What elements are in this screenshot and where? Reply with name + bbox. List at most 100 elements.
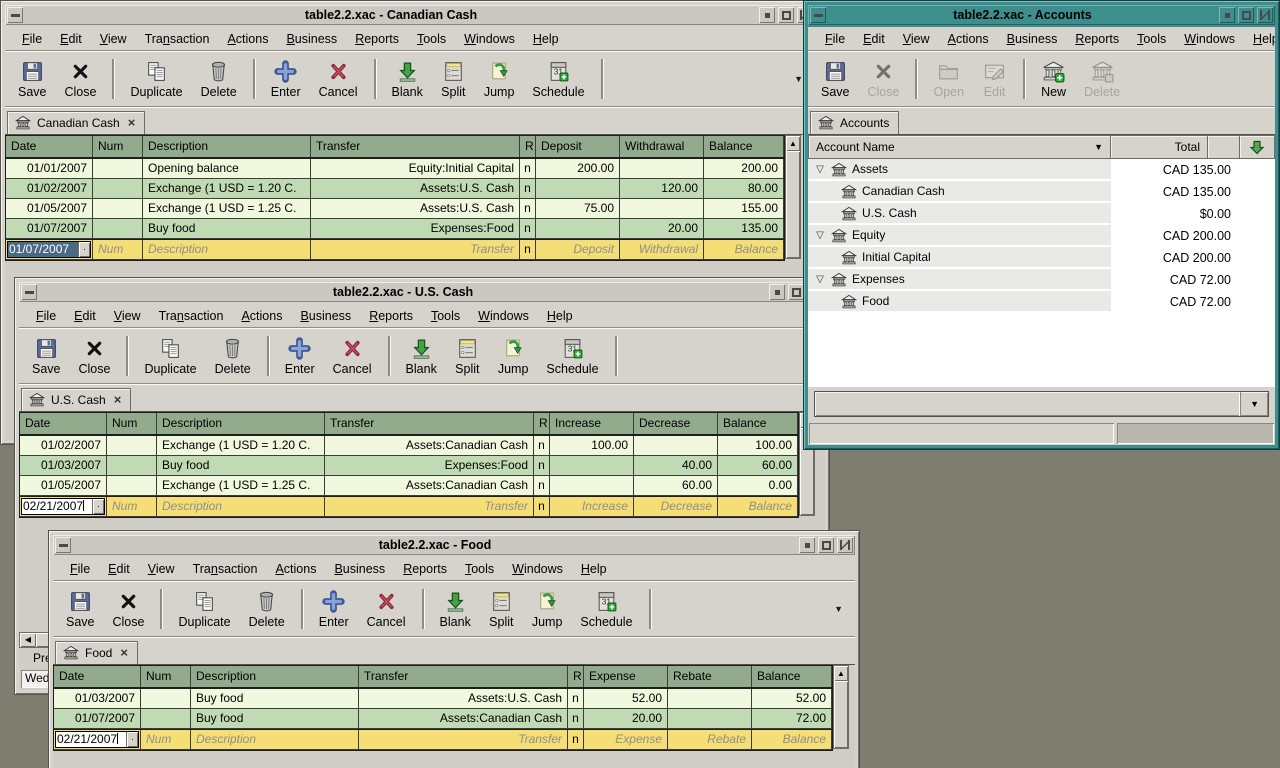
menu-item[interactable]: View [91,29,136,49]
toolbar-button[interactable]: Schedule [523,54,593,104]
maximize-button[interactable] [1238,7,1254,23]
column-header[interactable]: Description [157,413,325,434]
toolbar-button[interactable]: Cancel [324,331,381,381]
toolbar-button[interactable]: Split [480,584,523,634]
toolbar-button[interactable]: Schedule [537,331,607,381]
toolbar-button[interactable]: Save [57,584,104,634]
toolbar-button[interactable]: Jump [523,584,572,634]
toolbar-button[interactable]: Duplicate [135,331,205,381]
toolbar-button[interactable]: Split [446,331,489,381]
tab-canadian-cash[interactable]: Canadian Cash × [7,111,145,134]
column-header[interactable]: Date [20,413,107,434]
scrollbar-thumb[interactable] [786,151,800,258]
minimize-button[interactable] [769,284,785,300]
minimize-button[interactable] [1219,7,1235,23]
titlebar-food[interactable]: table2.2.xac - Food [53,535,855,555]
menu-item[interactable]: Actions [939,29,998,49]
toolbar-button[interactable]: Delete [240,584,294,634]
transaction-row[interactable]: 01/05/2007 Exchange (1 USD = 1.25 C. Ass… [20,476,798,496]
toolbar-button[interactable]: Blank [397,331,446,381]
minimize-button[interactable] [799,537,815,553]
date-dropdown-button[interactable]: · [92,499,104,514]
menu-item[interactable]: View [139,559,184,579]
column-header[interactable]: Date [6,136,93,157]
menu-item[interactable]: File [816,29,854,49]
edit-row[interactable]: 01/07/2007 · Num Description Transfer n … [6,239,784,260]
toolbar-button[interactable]: Close [104,584,154,634]
resize-button[interactable] [837,537,853,553]
menu-item[interactable]: Edit [51,29,91,49]
account-row[interactable]: ▽ Food CAD 72.00 [808,291,1275,313]
tab-food[interactable]: Food × [55,641,138,664]
toolbar-button[interactable]: Duplicate [169,584,239,634]
menu-item[interactable]: Tools [1128,29,1175,49]
toolbar-button[interactable]: Edit [973,54,1016,104]
column-header[interactable]: Transfer [359,666,568,687]
menu-item[interactable]: Edit [99,559,139,579]
window-menu-button[interactable] [55,537,71,553]
date-input[interactable]: 02/21/2007 · [55,731,139,748]
date-input[interactable]: 02/21/2007 · [21,498,105,515]
menu-item[interactable]: Windows [503,559,572,579]
toolbar-button[interactable]: Schedule [571,584,641,634]
toolbar-button[interactable]: Split [432,54,475,104]
column-header-account-name[interactable]: Account Name ▼ [808,135,1111,159]
menu-item[interactable]: Business [998,29,1067,49]
toolbar-button[interactable]: Duplicate [121,54,191,104]
column-header[interactable]: R [568,666,584,687]
account-row[interactable]: ▽ Initial Capital CAD 200.00 [808,247,1275,269]
menu-item[interactable]: File [61,559,99,579]
titlebar-accounts[interactable]: table2.2.xac - Accounts [808,5,1275,25]
edit-row[interactable]: 02/21/2007 · Num Description Transfer n … [20,496,798,517]
transaction-row[interactable]: 01/02/2007 Exchange (1 USD = 1.20 C. Ass… [6,179,784,199]
column-header[interactable]: Description [191,666,359,687]
scroll-up-icon[interactable]: ▲ [786,136,800,151]
menu-item[interactable]: Tools [456,559,503,579]
transaction-row[interactable]: 01/03/2007 Buy food Expenses:Food n 40.0… [20,456,798,476]
toolbar-button[interactable]: Save [23,331,70,381]
menu-item[interactable]: Windows [1175,29,1244,49]
toolbar-overflow-arrow[interactable]: ▼ [826,604,851,614]
tab-us-cash[interactable]: U.S. Cash × [21,388,131,411]
maximize-button[interactable] [818,537,834,553]
menu-item[interactable]: Help [572,559,616,579]
column-header-total[interactable]: Total [1111,135,1208,159]
toolbar-button[interactable]: Close [859,54,909,104]
window-menu-button[interactable] [810,7,826,23]
transaction-row[interactable]: 01/01/2007 Opening balance Equity:Initia… [6,159,784,179]
toolbar-button[interactable]: Jump [489,331,538,381]
account-row[interactable]: ▽ Assets CAD 135.00 [808,159,1275,181]
column-header[interactable]: Balance [752,666,832,687]
transaction-row[interactable]: 01/02/2007 Exchange (1 USD = 1.20 C. Ass… [20,436,798,456]
account-row[interactable]: ▽ U.S. Cash $0.00 [808,203,1275,225]
toolbar-button[interactable]: Cancel [358,584,415,634]
column-header[interactable]: Balance [704,136,784,157]
menu-item[interactable]: Tools [422,306,469,326]
account-row[interactable]: ▽ Canadian Cash CAD 135.00 [808,181,1275,203]
column-header[interactable]: R [534,413,550,434]
account-row[interactable]: ▽ Equity CAD 200.00 [808,225,1275,247]
menu-item[interactable]: File [13,29,51,49]
column-header[interactable]: Balance [718,413,798,434]
expander-icon[interactable]: ▽ [814,230,826,241]
transaction-row[interactable]: 01/03/2007 Buy food Assets:U.S. Cash n 5… [54,689,832,709]
column-header[interactable]: Description [143,136,311,157]
minimize-button[interactable] [759,7,775,23]
menu-item[interactable]: Reports [394,559,456,579]
menu-item[interactable]: Windows [455,29,524,49]
column-header[interactable]: Increase [550,413,634,434]
date-input[interactable]: 01/07/2007 · [7,241,91,258]
column-header[interactable]: Transfer [311,136,520,157]
toolbar-button[interactable]: Delete [192,54,246,104]
menu-item[interactable]: Transaction [136,29,219,49]
column-header[interactable]: Num [107,413,157,434]
tab-close-icon[interactable]: × [112,394,122,406]
date-dropdown-button[interactable]: · [78,242,90,257]
toolbar-button[interactable]: Close [56,54,106,104]
menu-item[interactable]: Edit [65,306,105,326]
scroll-up-icon[interactable]: ▲ [834,666,848,681]
column-header[interactable]: Expense [584,666,668,687]
scrollbar-thumb[interactable] [834,681,848,748]
maximize-button[interactable] [788,284,804,300]
expander-icon[interactable]: ▽ [814,274,826,285]
